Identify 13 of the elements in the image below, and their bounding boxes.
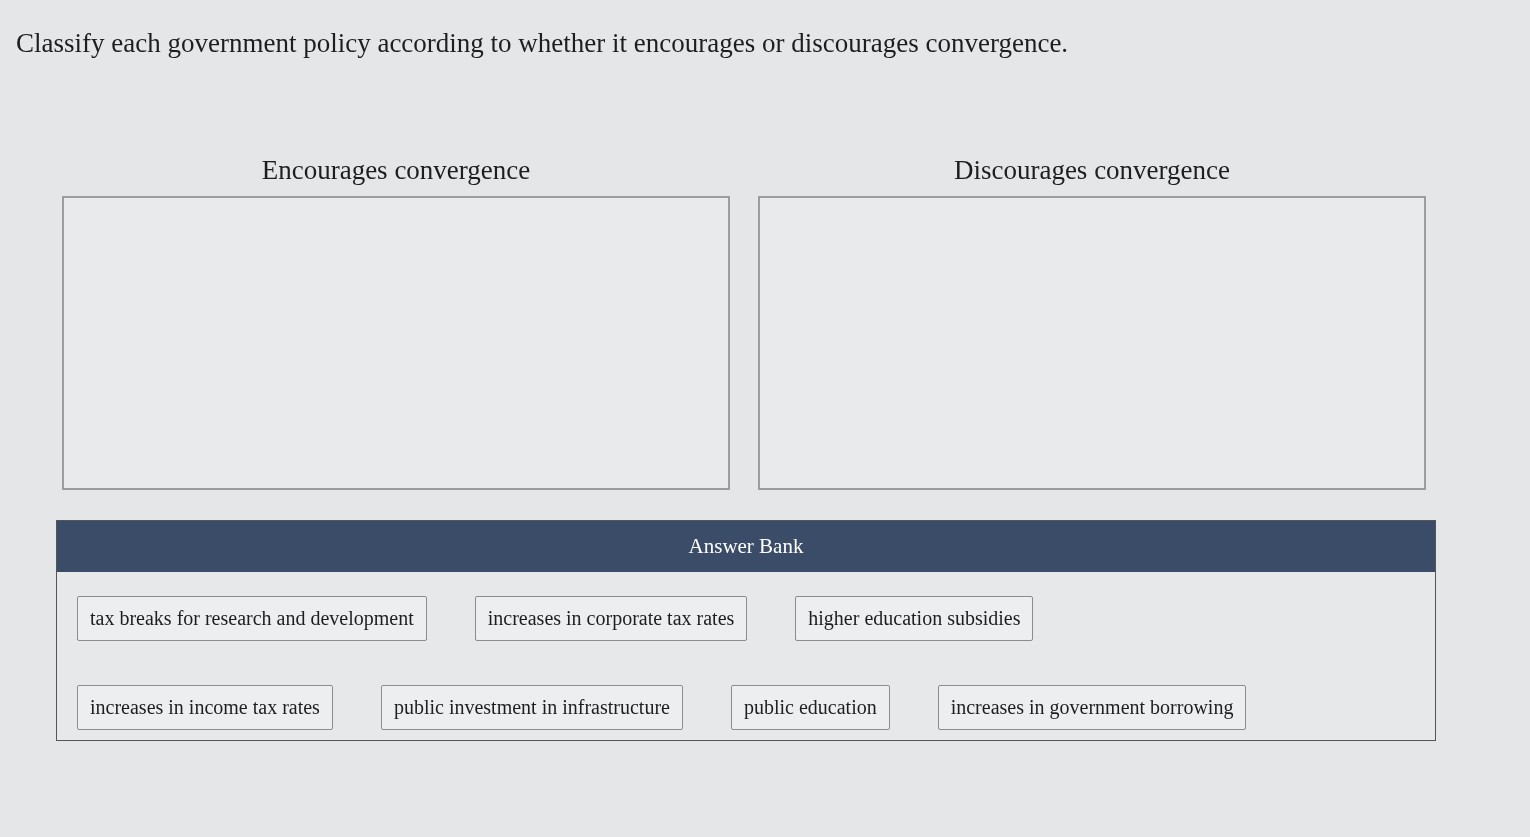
answer-tile[interactable]: public investment in infrastructure — [380, 685, 683, 730]
answer-tile[interactable]: increases in government borrowing — [937, 685, 1247, 730]
answer-tile[interactable]: public education — [730, 685, 890, 730]
answer-tile[interactable]: increases in corporate tax rates — [474, 596, 748, 641]
drop-zone[interactable] — [62, 196, 730, 490]
category-heading: Encourages convergence — [261, 155, 531, 186]
answer-tile[interactable]: increases in income tax rates — [77, 685, 333, 730]
drop-zone[interactable] — [758, 196, 1426, 490]
answer-bank-header: Answer Bank — [57, 521, 1435, 572]
answer-tile[interactable]: higher education subsidies — [795, 596, 1034, 641]
answer-tile[interactable]: tax breaks for research and development — [77, 596, 427, 641]
instruction-text: Classify each government policy according to whether it encourages or discourages convergence. — [16, 28, 1070, 59]
category-heading: Discourages convergence — [953, 155, 1231, 186]
